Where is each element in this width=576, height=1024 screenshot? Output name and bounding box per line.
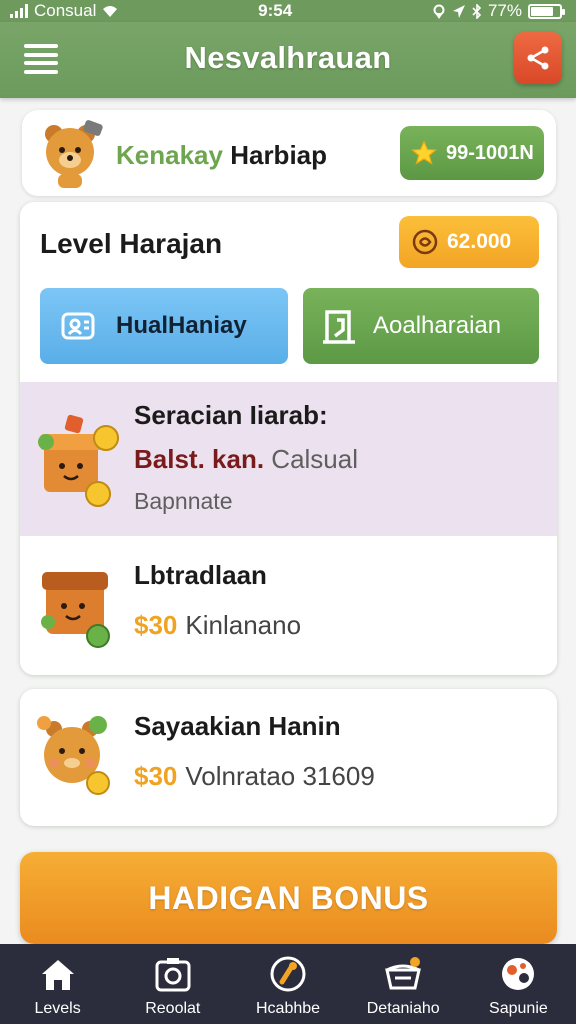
primary-action-label: HualHaniay: [116, 312, 247, 339]
status-bar: Consual 9:54 77%: [0, 0, 576, 22]
tab-hcabhbe[interactable]: Hcabhbe: [230, 944, 345, 1024]
item-title: Lbtradlaan: [134, 560, 267, 590]
level-card: Level Harajan 62.000 HualHaniay Aoalhara…: [20, 202, 557, 675]
stars-badge[interactable]: 99-1001N: [400, 126, 544, 180]
signal-icon: [10, 4, 28, 18]
bear-coin-illustration: [37, 716, 110, 795]
list-item[interactable]: Lbtradlaan $30 Kinlanano: [20, 536, 557, 675]
item-desc: Kinlanano: [185, 610, 302, 640]
player-first-name: Kenakay: [116, 140, 223, 170]
carrier-name: Consual: [34, 1, 97, 20]
door-icon: [323, 310, 355, 344]
tab-label: Levels: [34, 1000, 81, 1017]
tab-reoolat[interactable]: Reoolat: [115, 944, 230, 1024]
bonus-button[interactable]: HADIGAN BONUS: [20, 852, 557, 944]
item-price: $30: [134, 761, 178, 791]
tab-label: Reoolat: [145, 1000, 201, 1017]
page-title: Nesvalhrauan: [184, 40, 392, 75]
coins-badge[interactable]: 62.000: [399, 216, 539, 268]
tab-sapunie[interactable]: Sapunie: [461, 944, 576, 1024]
level-title: Level Harajan: [40, 228, 223, 259]
camera-icon: [155, 958, 191, 992]
bluetooth-icon: [472, 3, 482, 19]
player-last-name: Harbiap: [230, 140, 328, 170]
share-icon: [527, 46, 549, 70]
share-button[interactable]: [514, 32, 562, 84]
clock: 9:54: [258, 1, 293, 20]
chest-illustration: [41, 572, 110, 648]
wifi-icon: [103, 6, 118, 17]
item-price-line: $30 Volnratao 31609: [134, 761, 375, 792]
profile-card: Kenakay Harbiap 99-1001N: [22, 110, 556, 196]
item-detail: Bapnnate: [134, 488, 233, 514]
coin-icon: [412, 229, 438, 255]
list-item[interactable]: Sayaakian Hanin $30 Volnratao 31609: [20, 689, 557, 826]
bear-avatar: [45, 120, 103, 188]
tab-label: Detaniaho: [366, 1000, 440, 1017]
list-item[interactable]: Seracian Iiarab: Balst. kan. Calsual Bap…: [20, 382, 557, 536]
item-price-line: $30 Kinlanano: [134, 610, 301, 641]
app-header: Nesvalhrauan: [0, 22, 576, 98]
item-title: Seracian Iiarab:: [134, 400, 328, 430]
coins-count: 62.000: [447, 230, 512, 253]
tab-levels[interactable]: Levels: [0, 944, 115, 1024]
tab-label: Hcabhbe: [255, 1000, 321, 1017]
tab-detaniaho[interactable]: Detaniaho: [346, 944, 461, 1024]
contact-icon: [61, 312, 95, 340]
item-tag: Balst. kan.: [134, 444, 265, 474]
tab-label: Sapunie: [489, 1000, 548, 1017]
home-icon: [41, 960, 74, 990]
secondary-action-button[interactable]: Aoalharaian: [303, 288, 539, 364]
ball-icon: [502, 958, 535, 990]
secondary-action-label: Aoalharaian: [373, 312, 502, 339]
item-category: Calsual: [271, 444, 359, 474]
player-name: Kenakay Harbiap: [116, 140, 327, 171]
battery-icon: [528, 3, 565, 19]
navigation-icon: [452, 4, 465, 18]
item-title: Sayaakian Hanin: [134, 711, 341, 741]
item-subtitle: Balst. kan. Calsual: [134, 444, 358, 475]
star-icon: [410, 139, 438, 165]
treasure-box-illustration: [38, 414, 119, 507]
bottom-tab-bar: Levels Reoolat Hcabhbe Detaniaho Sapunie: [0, 944, 576, 1024]
item-desc: Volnratao 31609: [185, 761, 375, 791]
stars-count: 99-1001N: [446, 141, 534, 164]
location-icon: [433, 4, 445, 19]
item-price: $30: [134, 610, 178, 640]
battery-percent: 77%: [487, 1, 522, 20]
primary-action-button[interactable]: HualHaniay: [40, 288, 288, 364]
badge-icon: [270, 956, 306, 992]
basket-icon: [385, 957, 422, 990]
